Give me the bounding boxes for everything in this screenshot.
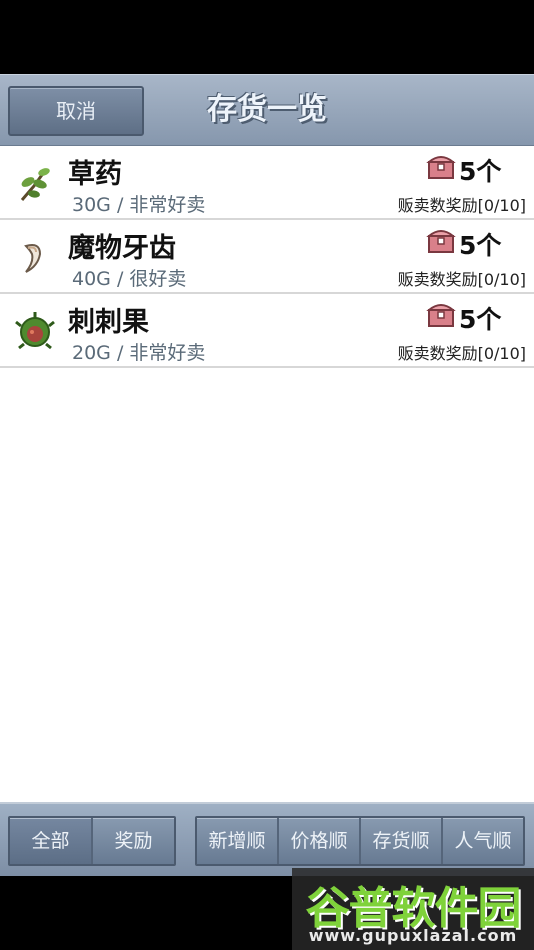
item-price-info: 30G / 非常好卖 [72, 194, 206, 216]
watermark-url: www.gupuxlazal.com [308, 926, 518, 945]
filter-group: 全部 奖励 [8, 816, 176, 866]
sort-stock-button[interactable]: 存货顺 [359, 818, 441, 864]
treasure-chest-icon [426, 304, 456, 327]
sort-group: 新增顺 价格顺 存货顺 人气顺 [195, 816, 525, 866]
filter-reward-button[interactable]: 奖励 [91, 818, 174, 864]
sales-reward-status: 贩卖数奖励[0/10] [397, 196, 526, 215]
item-price-info: 20G / 非常好卖 [72, 342, 206, 364]
list-item[interactable]: 刺刺果 20G / 非常好卖 5个 贩卖数奖励[0/10] [0, 294, 534, 368]
item-quantity: 5个 [459, 157, 502, 186]
item-name: 刺刺果 [68, 307, 149, 338]
item-quantity: 5个 [459, 231, 502, 260]
cancel-button[interactable]: 取消 [8, 86, 144, 136]
treasure-chest-icon [426, 156, 456, 179]
sort-popularity-button[interactable]: 人气顺 [441, 818, 523, 864]
bottom-toolbar: 全部 奖励 新增顺 价格顺 存货顺 人气顺 [0, 802, 534, 876]
list-item[interactable]: 草药 30G / 非常好卖 5个 贩卖数奖励[0/10] [0, 146, 534, 220]
inventory-list: 草药 30G / 非常好卖 5个 贩卖数奖励[0/10] 魔物牙齿 40G / … [0, 146, 534, 802]
filter-all-button[interactable]: 全部 [10, 818, 91, 864]
item-name: 魔物牙齿 [68, 233, 176, 264]
header-bar: 存货一览 取消 [0, 74, 534, 147]
list-item[interactable]: 魔物牙齿 40G / 很好卖 5个 贩卖数奖励[0/10] [0, 220, 534, 294]
item-price-info: 40G / 很好卖 [72, 268, 187, 290]
game-screen: 存货一览 取消 草药 30G / 非常好卖 5个 贩卖数奖励[0/10] 魔物牙… [0, 0, 534, 950]
item-name: 草药 [68, 159, 122, 190]
sales-reward-status: 贩卖数奖励[0/10] [397, 270, 526, 289]
spiky-fruit-icon [15, 312, 55, 350]
item-quantity: 5个 [459, 305, 502, 334]
fang-icon [24, 244, 42, 273]
sort-price-button[interactable]: 价格顺 [277, 818, 359, 864]
treasure-chest-icon [426, 230, 456, 253]
site-watermark: 谷普软件园 www.gupuxlazal.com [292, 868, 534, 950]
sales-reward-status: 贩卖数奖励[0/10] [397, 344, 526, 363]
sort-newest-button[interactable]: 新增顺 [197, 818, 277, 864]
herb-icon [20, 168, 50, 201]
